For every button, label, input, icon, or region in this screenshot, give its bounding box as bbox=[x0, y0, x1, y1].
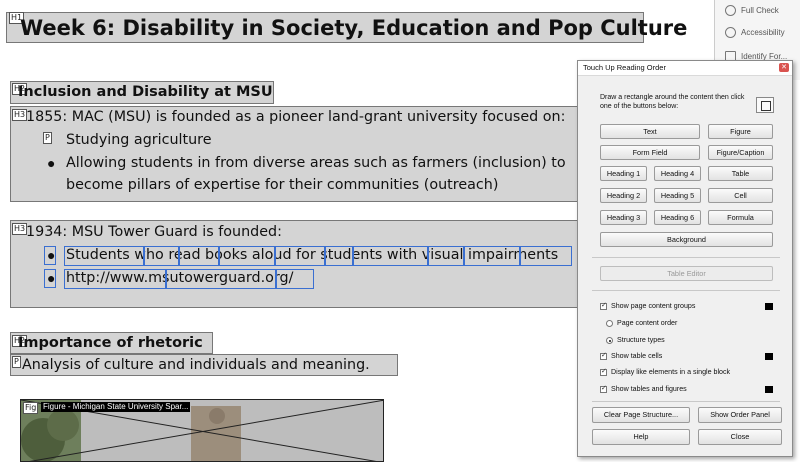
form-field-button[interactable]: Form Field bbox=[600, 145, 700, 160]
heading3-button[interactable]: Heading 3 bbox=[600, 210, 647, 225]
text-button[interactable]: Text bbox=[600, 124, 700, 139]
paragraph-rhetoric: Analysis of culture and individuals and … bbox=[22, 357, 370, 373]
check-circle-icon bbox=[725, 5, 736, 16]
cell-button[interactable]: Cell bbox=[708, 188, 773, 203]
figure-button[interactable]: Figure bbox=[708, 124, 773, 139]
accessibility-icon bbox=[725, 27, 736, 38]
divider bbox=[592, 401, 780, 402]
heading1-button[interactable]: Heading 1 bbox=[600, 166, 647, 181]
word-box-bullet bbox=[44, 246, 56, 265]
figure-caption-button[interactable]: Figure/Caption bbox=[708, 145, 773, 160]
bullet: ● bbox=[47, 155, 56, 171]
touch-up-reading-order-dialog: Touch Up Reading Order ✕ Draw a rectangl… bbox=[577, 60, 793, 457]
show-groups-checkbox[interactable] bbox=[600, 301, 607, 310]
figure-region[interactable]: Fig Figure - Michigan State University S… bbox=[20, 399, 384, 462]
page-content-order-radio[interactable] bbox=[606, 320, 613, 327]
section-heading-inclusion: Inclusion and Disability at MSU bbox=[18, 84, 273, 100]
clear-page-structure-button[interactable]: Clear Page Structure... bbox=[592, 407, 690, 423]
h3-tag: H3 bbox=[12, 223, 28, 235]
h3-tag: H3 bbox=[12, 109, 28, 121]
help-button[interactable]: Help bbox=[592, 429, 690, 445]
show-table-cells-checkbox[interactable] bbox=[600, 351, 607, 360]
divider bbox=[592, 257, 780, 258]
dialog-title: Touch Up Reading Order bbox=[583, 63, 666, 72]
word-box-bullet bbox=[44, 269, 56, 288]
table-color-swatch[interactable] bbox=[765, 386, 773, 393]
list-item-diverse-cont: become pillars of expertise for their co… bbox=[66, 177, 499, 193]
table-editor-button[interactable]: Table Editor bbox=[600, 266, 773, 281]
line-1855: 1855: MAC (MSU) is founded as a pioneer … bbox=[26, 109, 566, 125]
table-button[interactable]: Table bbox=[708, 166, 773, 181]
heading6-button[interactable]: Heading 6 bbox=[654, 210, 701, 225]
p-tag: P bbox=[12, 356, 21, 368]
page-title: Week 6: Disability in Society, Education… bbox=[20, 16, 688, 40]
dialog-titlebar[interactable]: Touch Up Reading Order ✕ bbox=[578, 61, 792, 76]
show-order-panel-button[interactable]: Show Order Panel bbox=[698, 407, 782, 423]
background-button[interactable]: Background bbox=[600, 232, 773, 247]
heading4-button[interactable]: Heading 4 bbox=[654, 166, 701, 181]
show-tables-figures-checkbox[interactable] bbox=[600, 384, 607, 393]
p-tag: P bbox=[43, 132, 52, 144]
heading2-button[interactable]: Heading 2 bbox=[600, 188, 647, 203]
divider bbox=[592, 290, 780, 291]
list-item-diverse: Allowing students in from diverse areas … bbox=[66, 155, 566, 171]
close-button[interactable]: Close bbox=[698, 429, 782, 445]
section-heading-rhetoric: Importance of rhetoric bbox=[18, 335, 203, 351]
line-1934: 1934: MSU Tower Guard is founded: bbox=[26, 224, 282, 240]
tag-pointer-icon[interactable] bbox=[756, 97, 774, 113]
display-like-checkbox[interactable] bbox=[600, 367, 607, 376]
group-color-swatch[interactable] bbox=[765, 303, 773, 310]
figure-tag: Fig bbox=[23, 402, 39, 414]
figure-caption: Figure - Michigan State University Spar.… bbox=[41, 402, 191, 412]
formula-button[interactable]: Formula bbox=[708, 210, 773, 225]
structure-types-radio[interactable] bbox=[606, 337, 613, 344]
list-item-agriculture: Studying agriculture bbox=[66, 132, 212, 148]
close-icon[interactable]: ✕ bbox=[779, 63, 789, 72]
dialog-instruction: Draw a rectangle around the content then… bbox=[600, 94, 745, 110]
cell-color-swatch[interactable] bbox=[765, 353, 773, 360]
heading5-button[interactable]: Heading 5 bbox=[654, 188, 701, 203]
